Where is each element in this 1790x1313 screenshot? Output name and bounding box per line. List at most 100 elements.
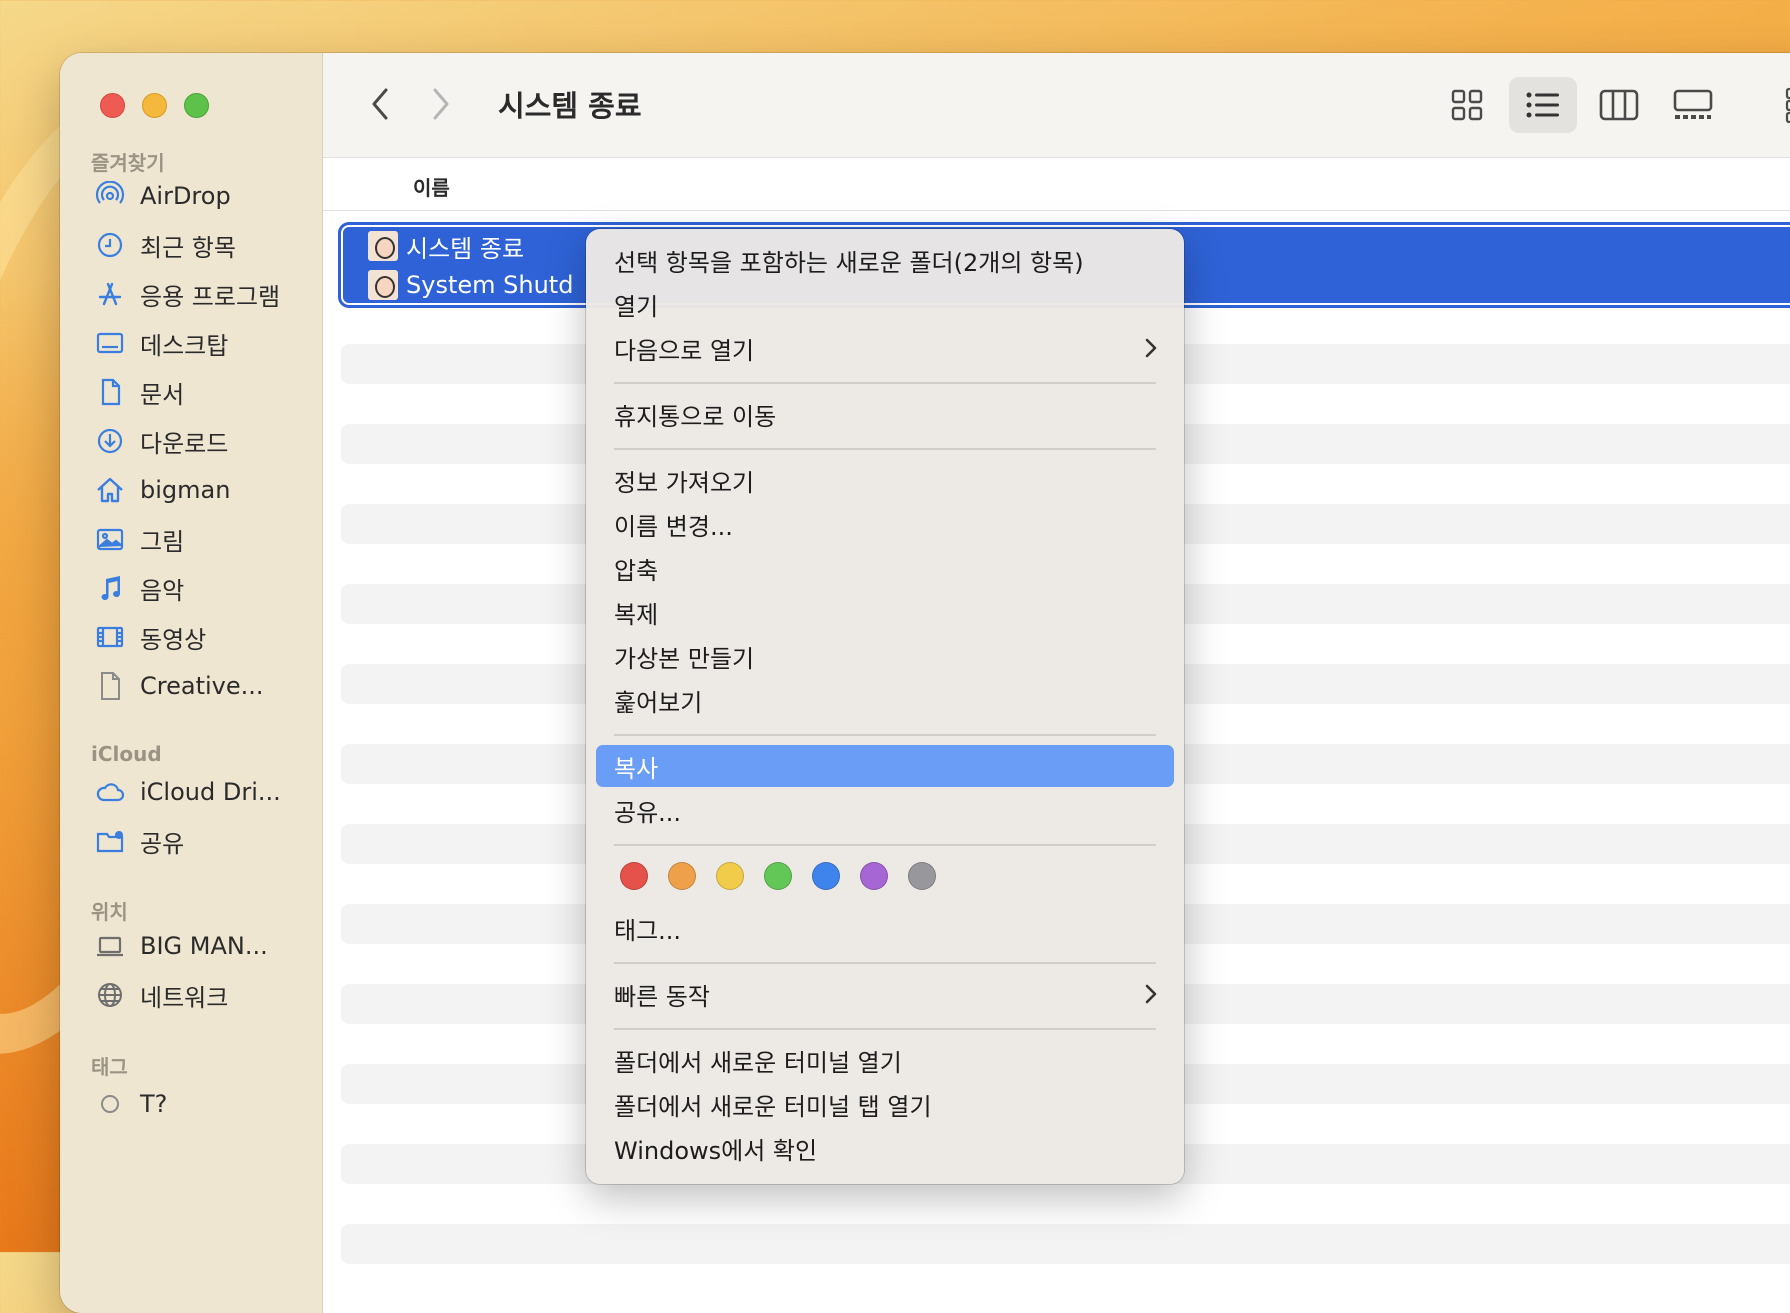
list-icon [1526,92,1559,118]
menu-item-new-terminal-at-folder[interactable]: 폴더에서 새로운 터미널 열기 [596,1039,1174,1081]
gallery-icon [1673,89,1713,119]
sidebar-item-label: Creative... [140,672,264,700]
forward-button[interactable] [421,79,461,129]
grid-icon [1451,89,1483,121]
clock-icon [94,229,126,261]
sidebar-item-label: 공유 [140,829,185,858]
menu-item-label: 폴더에서 새로운 터미널 열기 [614,1048,902,1077]
sidebar-item-label: 그림 [140,527,185,556]
menu-item-label: 복제 [614,600,659,629]
zoom-button[interactable] [184,93,209,118]
context-menu: 선택 항목을 포함하는 새로운 폴더(2개의 항목) 열기 다음으로 열기 휴지… [586,229,1184,1184]
menu-item-rename[interactable]: 이름 변경... [596,503,1174,545]
file-name: System Shutd [406,271,574,299]
file-row[interactable]: 시스템 종료 [368,228,524,264]
sidebar-item-network[interactable]: 네트워크 [94,974,228,1016]
music-icon [94,572,126,604]
menu-item-new-folder-with-selection[interactable]: 선택 항목을 포함하는 새로운 폴더(2개의 항목) [596,239,1174,281]
menu-item-label: 압축 [614,556,659,585]
menu-item-quick-actions[interactable]: 빠른 동작 [596,973,1174,1015]
home-icon [94,474,126,506]
menu-item-compress[interactable]: 압축 [596,547,1174,589]
tag-color-row [620,862,936,890]
globe-icon [94,979,126,1011]
tag-orange-button[interactable] [668,862,696,890]
sidebar-item-label: iCloud Dri... [140,778,281,806]
tag-purple-button[interactable] [860,862,888,890]
tag-gray-button[interactable] [908,862,936,890]
icloud-header: iCloud [91,742,162,766]
sidebar-item-airdrop[interactable]: AirDrop [94,175,231,217]
sidebar-item-label: 문서 [140,380,185,409]
menu-item-open[interactable]: 열기 [596,283,1174,325]
cloud-icon [94,776,126,808]
icon-view-button[interactable] [1433,77,1501,133]
menu-item-label: 다음으로 열기 [614,336,755,365]
toolbar: 시스템 종료 [323,53,1790,158]
sidebar-item-music[interactable]: 음악 [94,567,184,609]
list-view-button[interactable] [1509,77,1577,133]
file-row[interactable]: System Shutd [368,267,573,303]
column-header[interactable]: 이름 [323,158,1790,211]
sidebar-item-label: BIG MAN... [140,932,268,960]
sidebar-item-pictures[interactable]: 그림 [94,518,184,560]
window-title: 시스템 종료 [498,89,642,123]
chevron-left-icon [372,88,388,120]
back-button[interactable] [360,79,400,129]
menu-separator [614,382,1156,384]
sidebar-item-label: 데스크탑 [140,331,229,360]
sidebar-item-movies[interactable]: 동영상 [94,616,206,658]
sidebar-item-recents[interactable]: 최근 항목 [94,224,236,266]
film-icon [94,621,126,653]
tag-yellow-button[interactable] [716,862,744,890]
sidebar-item-label: AirDrop [140,182,231,210]
sidebar-item-creative[interactable]: Creative... [94,665,264,707]
sidebar-item-label: bigman [140,476,231,504]
file-thumbnail-icon [368,270,398,300]
menu-item-new-terminal-tab-at-folder[interactable]: 폴더에서 새로운 터미널 탭 열기 [596,1083,1174,1125]
empty-row-stripe [341,1224,1790,1264]
sidebar-item-desktop[interactable]: 데스크탑 [94,322,228,364]
name-column-label: 이름 [413,176,450,200]
sidebar-item-tag-partial[interactable]: T? [94,1083,167,1125]
tag-circle-icon [94,1088,126,1120]
sidebar-item-home[interactable]: bigman [94,469,230,511]
sidebar-item-icloud-drive[interactable]: iCloud Dri... [94,771,281,813]
chevron-right-icon [1145,984,1157,1004]
sidebar-item-downloads[interactable]: 다운로드 [94,420,228,462]
menu-item-open-with[interactable]: 다음으로 열기 [596,327,1174,369]
sidebar-item-shared[interactable]: 공유 [94,820,184,862]
menu-item-tags[interactable]: 태그... [596,907,1174,949]
tag-red-button[interactable] [620,862,648,890]
sidebar-item-applications[interactable]: 응용 프로그램 [94,273,280,315]
menu-item-label: 공유... [614,798,682,827]
file-icon [94,670,126,702]
menu-item-label: 선택 항목을 포함하는 새로운 폴더(2개의 항목) [614,248,1084,277]
menu-item-make-alias[interactable]: 가상본 만들기 [596,635,1174,677]
columns-icon [1599,89,1639,121]
close-button[interactable] [100,93,125,118]
menu-item-label: 이름 변경... [614,512,733,541]
tag-blue-button[interactable] [812,862,840,890]
menu-item-share[interactable]: 공유... [596,789,1174,831]
menu-item-quick-look[interactable]: 훑어보기 [596,679,1174,721]
column-view-button[interactable] [1585,77,1653,133]
sidebar-item-label: 음악 [140,576,185,605]
gallery-view-button[interactable] [1659,77,1727,133]
sidebar-item-documents[interactable]: 문서 [94,371,184,413]
group-button[interactable] [1771,77,1790,133]
menu-item-label: 휴지통으로 이동 [614,402,777,431]
file-name: 시스템 종료 [406,234,525,263]
menu-item-label: 가상본 만들기 [614,644,755,673]
menu-item-move-to-trash[interactable]: 휴지통으로 이동 [596,393,1174,435]
sidebar-item-big-man[interactable]: BIG MAN... [94,925,268,967]
tag-green-button[interactable] [764,862,792,890]
minimize-button[interactable] [142,93,167,118]
menu-item-duplicate[interactable]: 복제 [596,591,1174,633]
menu-separator [614,962,1156,964]
menu-item-show-in-windows[interactable]: Windows에서 확인 [596,1127,1174,1169]
menu-item-copy[interactable]: 복사 [596,745,1174,787]
laptop-icon [94,930,126,962]
download-icon [94,425,126,457]
menu-item-get-info[interactable]: 정보 가져오기 [596,459,1174,501]
